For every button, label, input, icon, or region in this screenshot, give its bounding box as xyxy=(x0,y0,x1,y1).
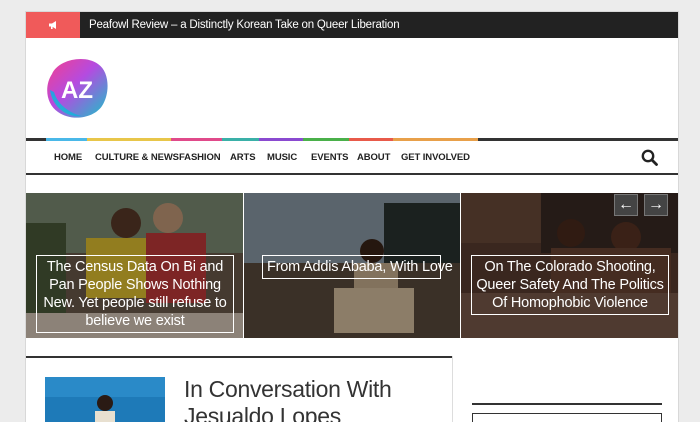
sidebar-widget-box xyxy=(472,413,662,422)
sidebar-widget-border xyxy=(472,403,662,405)
slide-1[interactable]: The Census Data On Bi and Pan People Sho… xyxy=(26,193,243,338)
search-button[interactable] xyxy=(640,148,660,168)
arrow-left-icon: ← xyxy=(618,196,634,213)
nav-item-get-involved[interactable]: GET INVOLVED xyxy=(401,141,470,175)
slide-1-title[interactable]: The Census Data On Bi and Pan People Sho… xyxy=(36,255,234,333)
nav-item-about[interactable]: ABOUT xyxy=(357,141,390,175)
slide-2-title[interactable]: From Addis Ababa, With Love xyxy=(262,255,453,279)
featured-article-title[interactable]: In Conversation With Jesualdo Lopes xyxy=(184,376,434,422)
nav-item-events[interactable]: EVENTS xyxy=(311,141,349,175)
search-icon xyxy=(641,149,658,166)
arrow-right-icon: → xyxy=(648,196,664,213)
slide-2[interactable]: From Addis Ababa, With Love xyxy=(244,193,460,338)
nav-bottom-border xyxy=(26,173,678,175)
megaphone-icon xyxy=(49,21,56,29)
main-nav: HOME CULTURE & NEWS FASHION ARTS MUSIC E… xyxy=(26,141,678,175)
nav-item-arts[interactable]: ARTS xyxy=(230,141,256,175)
slider-prev-button[interactable]: ← xyxy=(614,194,638,216)
logo-text: AZ xyxy=(61,77,93,104)
content-section-border xyxy=(26,356,452,358)
featured-article-thumbnail[interactable] xyxy=(45,377,165,422)
slider-next-button[interactable]: → xyxy=(644,194,668,216)
news-ticker: Peafowl Review – a Distinctly Korean Tak… xyxy=(26,12,678,38)
site-logo[interactable]: AZ xyxy=(44,56,110,120)
nav-item-fashion[interactable]: FASHION xyxy=(179,141,221,175)
ticker-badge xyxy=(26,12,80,38)
sidebar-divider xyxy=(452,356,453,422)
nav-item-home[interactable]: HOME xyxy=(54,141,82,175)
featured-slider: The Census Data On Bi and Pan People Sho… xyxy=(26,193,678,338)
ticker-headline-link[interactable]: Peafowl Review – a Distinctly Korean Tak… xyxy=(89,12,400,38)
slide-3-title[interactable]: On The Colorado Shooting, Queer Safety A… xyxy=(471,255,669,315)
nav-item-music[interactable]: MUSIC xyxy=(267,141,297,175)
nav-item-culture-news[interactable]: CULTURE & NEWS xyxy=(95,141,179,175)
page-container: Peafowl Review – a Distinctly Korean Tak… xyxy=(26,12,678,422)
